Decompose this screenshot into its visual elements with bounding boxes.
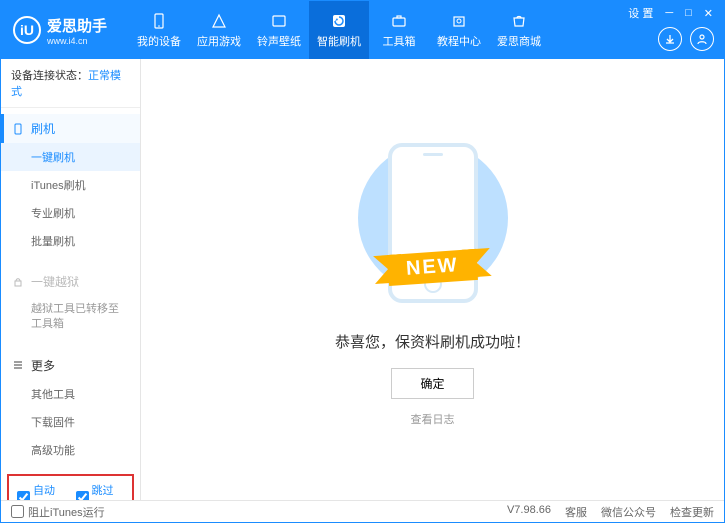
jailbreak-note: 越狱工具已转移至 工具箱 (1, 296, 140, 339)
header-actions (658, 27, 714, 51)
maximize-button[interactable]: □ (682, 7, 695, 19)
apps-icon (209, 11, 229, 31)
service-link[interactable]: 客服 (565, 504, 587, 520)
view-log-link[interactable]: 查看日志 (411, 411, 455, 427)
nav-flash[interactable]: 智能刷机 (309, 1, 369, 59)
download-button[interactable] (658, 27, 682, 51)
app-url: www.i4.cn (47, 36, 107, 46)
nav-toolbox[interactable]: 工具箱 (369, 1, 429, 59)
nav-ringtones[interactable]: 铃声壁纸 (249, 1, 309, 59)
main-content: NEW 恭喜您，保资料刷机成功啦！ 确定 查看日志 (141, 59, 724, 500)
sidebar-item-itunes[interactable]: iTunes刷机 (1, 171, 140, 199)
minimize-button[interactable]: ─ (662, 7, 676, 19)
new-ribbon: NEW (387, 248, 478, 285)
sidebar: 设备连接状态：正常模式 刷机 一键刷机 iTunes刷机 专业刷机 批量刷机 一… (1, 59, 141, 500)
sidebar-item-other[interactable]: 其他工具 (1, 380, 140, 408)
store-icon (509, 11, 529, 31)
check-update-link[interactable]: 检查更新 (670, 504, 714, 520)
skip-guide-checkbox[interactable]: 跳过向导 (76, 482, 125, 500)
wechat-link[interactable]: 微信公众号 (601, 504, 656, 520)
sidebar-item-oneclick[interactable]: 一键刷机 (1, 143, 140, 171)
logo-icon: iU (13, 16, 41, 44)
lock-icon (11, 275, 25, 289)
download-icon (664, 33, 676, 45)
success-message: 恭喜您，保资料刷机成功啦！ (335, 331, 530, 352)
options-box: 自动激活 跳过向导 (7, 474, 134, 500)
toolbox-icon (389, 11, 409, 31)
app-header: iU 爱思助手 www.i4.cn 我的设备 应用游戏 铃声壁纸 (1, 1, 724, 59)
sidebar-flash[interactable]: 刷机 (1, 114, 140, 143)
success-illustration: NEW (333, 133, 533, 313)
logo: iU 爱思助手 www.i4.cn (1, 15, 119, 46)
sidebar-jailbreak: 一键越狱 (1, 267, 140, 296)
user-icon (696, 33, 708, 45)
app-title: 爱思助手 (47, 15, 107, 36)
user-button[interactable] (690, 27, 714, 51)
main-nav: 我的设备 应用游戏 铃声壁纸 智能刷机 工具箱 (129, 1, 549, 59)
ok-button[interactable]: 确定 (391, 368, 473, 399)
connection-status: 设备连接状态：正常模式 (1, 59, 140, 108)
flash-icon (329, 11, 349, 31)
sidebar-item-download-fw[interactable]: 下载固件 (1, 408, 140, 436)
auto-activate-checkbox[interactable]: 自动激活 (17, 482, 66, 500)
sidebar-item-batch[interactable]: 批量刷机 (1, 227, 140, 255)
window-controls: 设 置 ─ □ ✕ (625, 5, 716, 21)
footer: 阻止iTunes运行 V7.98.66 客服 微信公众号 检查更新 (1, 500, 724, 522)
sidebar-item-advanced[interactable]: 高级功能 (1, 436, 140, 464)
version-label: V7.98.66 (507, 504, 551, 520)
close-button[interactable]: ✕ (701, 7, 716, 20)
sidebar-item-pro[interactable]: 专业刷机 (1, 199, 140, 227)
nav-store[interactable]: 爱思商城 (489, 1, 549, 59)
phone-icon (11, 122, 25, 136)
sidebar-more[interactable]: 更多 (1, 351, 140, 380)
menu-icon (11, 358, 25, 372)
nav-my-device[interactable]: 我的设备 (129, 1, 189, 59)
nav-apps[interactable]: 应用游戏 (189, 1, 249, 59)
settings-link[interactable]: 设 置 (625, 5, 656, 21)
phone-icon (149, 11, 169, 31)
nav-tutorials[interactable]: 教程中心 (429, 1, 489, 59)
album-icon (269, 11, 289, 31)
book-icon (449, 11, 469, 31)
block-itunes-checkbox[interactable]: 阻止iTunes运行 (11, 504, 105, 520)
